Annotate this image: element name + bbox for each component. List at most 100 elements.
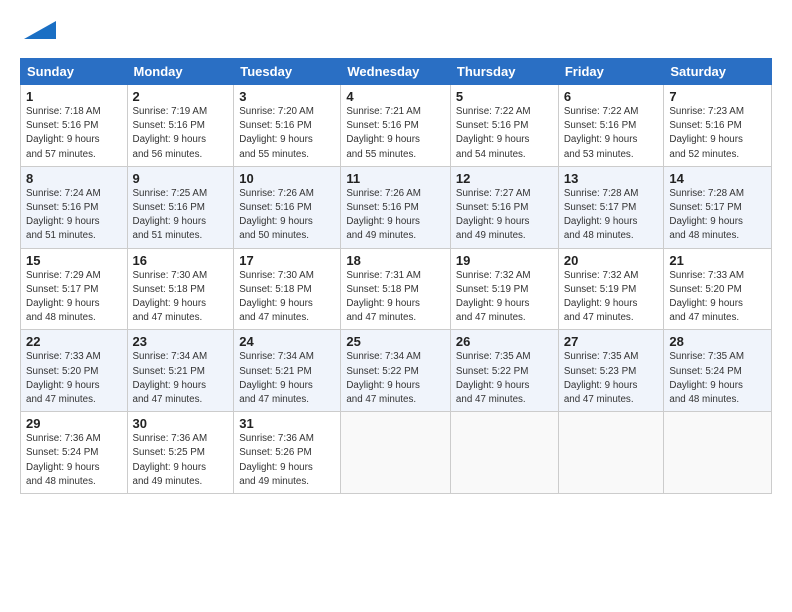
day-info: Sunrise: 7:23 AM Sunset: 5:16 PM Dayligh… [669, 105, 766, 162]
day-number: 21 [669, 253, 766, 268]
day-number: 6 [564, 89, 659, 104]
empty-cell [450, 412, 558, 494]
day-number: 13 [564, 171, 659, 186]
calendar-table: SundayMondayTuesdayWednesdayThursdayFrid… [20, 58, 772, 494]
day-number: 20 [564, 253, 659, 268]
calendar-week-row: 8Sunrise: 7:24 AM Sunset: 5:16 PM Daylig… [21, 166, 772, 248]
day-number: 24 [239, 334, 335, 349]
weekday-header: Friday [558, 59, 664, 85]
day-info: Sunrise: 7:34 AM Sunset: 5:22 PM Dayligh… [346, 350, 445, 407]
day-number: 18 [346, 253, 445, 268]
day-info: Sunrise: 7:33 AM Sunset: 5:20 PM Dayligh… [26, 350, 122, 407]
day-number: 19 [456, 253, 553, 268]
weekday-header: Sunday [21, 59, 128, 85]
day-info: Sunrise: 7:18 AM Sunset: 5:16 PM Dayligh… [26, 105, 122, 162]
day-number: 5 [456, 89, 553, 104]
day-number: 30 [133, 416, 229, 431]
day-cell: 22Sunrise: 7:33 AM Sunset: 5:20 PM Dayli… [21, 330, 128, 412]
day-number: 11 [346, 171, 445, 186]
logo [20, 18, 56, 46]
day-info: Sunrise: 7:21 AM Sunset: 5:16 PM Dayligh… [346, 105, 445, 162]
day-cell: 20Sunrise: 7:32 AM Sunset: 5:19 PM Dayli… [558, 248, 664, 330]
day-cell: 18Sunrise: 7:31 AM Sunset: 5:18 PM Dayli… [341, 248, 451, 330]
day-number: 26 [456, 334, 553, 349]
day-cell: 19Sunrise: 7:32 AM Sunset: 5:19 PM Dayli… [450, 248, 558, 330]
day-cell: 4Sunrise: 7:21 AM Sunset: 5:16 PM Daylig… [341, 85, 451, 167]
header [20, 18, 772, 46]
logo-icon [24, 14, 56, 46]
day-cell: 6Sunrise: 7:22 AM Sunset: 5:16 PM Daylig… [558, 85, 664, 167]
day-number: 1 [26, 89, 122, 104]
day-cell: 23Sunrise: 7:34 AM Sunset: 5:21 PM Dayli… [127, 330, 234, 412]
day-number: 8 [26, 171, 122, 186]
day-cell: 12Sunrise: 7:27 AM Sunset: 5:16 PM Dayli… [450, 166, 558, 248]
day-cell: 21Sunrise: 7:33 AM Sunset: 5:20 PM Dayli… [664, 248, 772, 330]
day-cell: 5Sunrise: 7:22 AM Sunset: 5:16 PM Daylig… [450, 85, 558, 167]
weekday-header: Saturday [664, 59, 772, 85]
day-number: 28 [669, 334, 766, 349]
calendar-week-row: 22Sunrise: 7:33 AM Sunset: 5:20 PM Dayli… [21, 330, 772, 412]
day-info: Sunrise: 7:26 AM Sunset: 5:16 PM Dayligh… [239, 187, 335, 244]
day-info: Sunrise: 7:20 AM Sunset: 5:16 PM Dayligh… [239, 105, 335, 162]
day-info: Sunrise: 7:28 AM Sunset: 5:17 PM Dayligh… [669, 187, 766, 244]
day-cell: 15Sunrise: 7:29 AM Sunset: 5:17 PM Dayli… [21, 248, 128, 330]
day-cell: 25Sunrise: 7:34 AM Sunset: 5:22 PM Dayli… [341, 330, 451, 412]
day-info: Sunrise: 7:36 AM Sunset: 5:24 PM Dayligh… [26, 432, 122, 489]
day-number: 14 [669, 171, 766, 186]
empty-cell [664, 412, 772, 494]
day-number: 3 [239, 89, 335, 104]
day-cell: 9Sunrise: 7:25 AM Sunset: 5:16 PM Daylig… [127, 166, 234, 248]
day-info: Sunrise: 7:24 AM Sunset: 5:16 PM Dayligh… [26, 187, 122, 244]
day-cell: 3Sunrise: 7:20 AM Sunset: 5:16 PM Daylig… [234, 85, 341, 167]
day-info: Sunrise: 7:34 AM Sunset: 5:21 PM Dayligh… [133, 350, 229, 407]
day-info: Sunrise: 7:27 AM Sunset: 5:16 PM Dayligh… [456, 187, 553, 244]
page: SundayMondayTuesdayWednesdayThursdayFrid… [0, 0, 792, 504]
day-info: Sunrise: 7:19 AM Sunset: 5:16 PM Dayligh… [133, 105, 229, 162]
empty-cell [558, 412, 664, 494]
day-cell: 10Sunrise: 7:26 AM Sunset: 5:16 PM Dayli… [234, 166, 341, 248]
day-cell: 27Sunrise: 7:35 AM Sunset: 5:23 PM Dayli… [558, 330, 664, 412]
day-info: Sunrise: 7:22 AM Sunset: 5:16 PM Dayligh… [564, 105, 659, 162]
calendar-week-row: 29Sunrise: 7:36 AM Sunset: 5:24 PM Dayli… [21, 412, 772, 494]
day-info: Sunrise: 7:36 AM Sunset: 5:25 PM Dayligh… [133, 432, 229, 489]
day-info: Sunrise: 7:32 AM Sunset: 5:19 PM Dayligh… [564, 269, 659, 326]
weekday-header: Wednesday [341, 59, 451, 85]
day-cell: 24Sunrise: 7:34 AM Sunset: 5:21 PM Dayli… [234, 330, 341, 412]
day-number: 23 [133, 334, 229, 349]
calendar-week-row: 15Sunrise: 7:29 AM Sunset: 5:17 PM Dayli… [21, 248, 772, 330]
day-info: Sunrise: 7:26 AM Sunset: 5:16 PM Dayligh… [346, 187, 445, 244]
weekday-header: Tuesday [234, 59, 341, 85]
empty-cell [341, 412, 451, 494]
day-cell: 8Sunrise: 7:24 AM Sunset: 5:16 PM Daylig… [21, 166, 128, 248]
day-info: Sunrise: 7:35 AM Sunset: 5:23 PM Dayligh… [564, 350, 659, 407]
day-info: Sunrise: 7:30 AM Sunset: 5:18 PM Dayligh… [133, 269, 229, 326]
day-number: 17 [239, 253, 335, 268]
day-cell: 1Sunrise: 7:18 AM Sunset: 5:16 PM Daylig… [21, 85, 128, 167]
day-number: 31 [239, 416, 335, 431]
day-cell: 31Sunrise: 7:36 AM Sunset: 5:26 PM Dayli… [234, 412, 341, 494]
day-cell: 26Sunrise: 7:35 AM Sunset: 5:22 PM Dayli… [450, 330, 558, 412]
calendar-header-row: SundayMondayTuesdayWednesdayThursdayFrid… [21, 59, 772, 85]
day-cell: 17Sunrise: 7:30 AM Sunset: 5:18 PM Dayli… [234, 248, 341, 330]
day-info: Sunrise: 7:36 AM Sunset: 5:26 PM Dayligh… [239, 432, 335, 489]
day-number: 16 [133, 253, 229, 268]
day-cell: 29Sunrise: 7:36 AM Sunset: 5:24 PM Dayli… [21, 412, 128, 494]
day-info: Sunrise: 7:30 AM Sunset: 5:18 PM Dayligh… [239, 269, 335, 326]
day-number: 10 [239, 171, 335, 186]
day-info: Sunrise: 7:32 AM Sunset: 5:19 PM Dayligh… [456, 269, 553, 326]
day-cell: 7Sunrise: 7:23 AM Sunset: 5:16 PM Daylig… [664, 85, 772, 167]
weekday-header: Thursday [450, 59, 558, 85]
day-number: 12 [456, 171, 553, 186]
day-cell: 2Sunrise: 7:19 AM Sunset: 5:16 PM Daylig… [127, 85, 234, 167]
day-cell: 11Sunrise: 7:26 AM Sunset: 5:16 PM Dayli… [341, 166, 451, 248]
day-info: Sunrise: 7:34 AM Sunset: 5:21 PM Dayligh… [239, 350, 335, 407]
day-cell: 14Sunrise: 7:28 AM Sunset: 5:17 PM Dayli… [664, 166, 772, 248]
day-number: 4 [346, 89, 445, 104]
day-info: Sunrise: 7:25 AM Sunset: 5:16 PM Dayligh… [133, 187, 229, 244]
day-info: Sunrise: 7:28 AM Sunset: 5:17 PM Dayligh… [564, 187, 659, 244]
calendar-week-row: 1Sunrise: 7:18 AM Sunset: 5:16 PM Daylig… [21, 85, 772, 167]
day-number: 27 [564, 334, 659, 349]
day-info: Sunrise: 7:35 AM Sunset: 5:24 PM Dayligh… [669, 350, 766, 407]
day-cell: 28Sunrise: 7:35 AM Sunset: 5:24 PM Dayli… [664, 330, 772, 412]
day-info: Sunrise: 7:33 AM Sunset: 5:20 PM Dayligh… [669, 269, 766, 326]
